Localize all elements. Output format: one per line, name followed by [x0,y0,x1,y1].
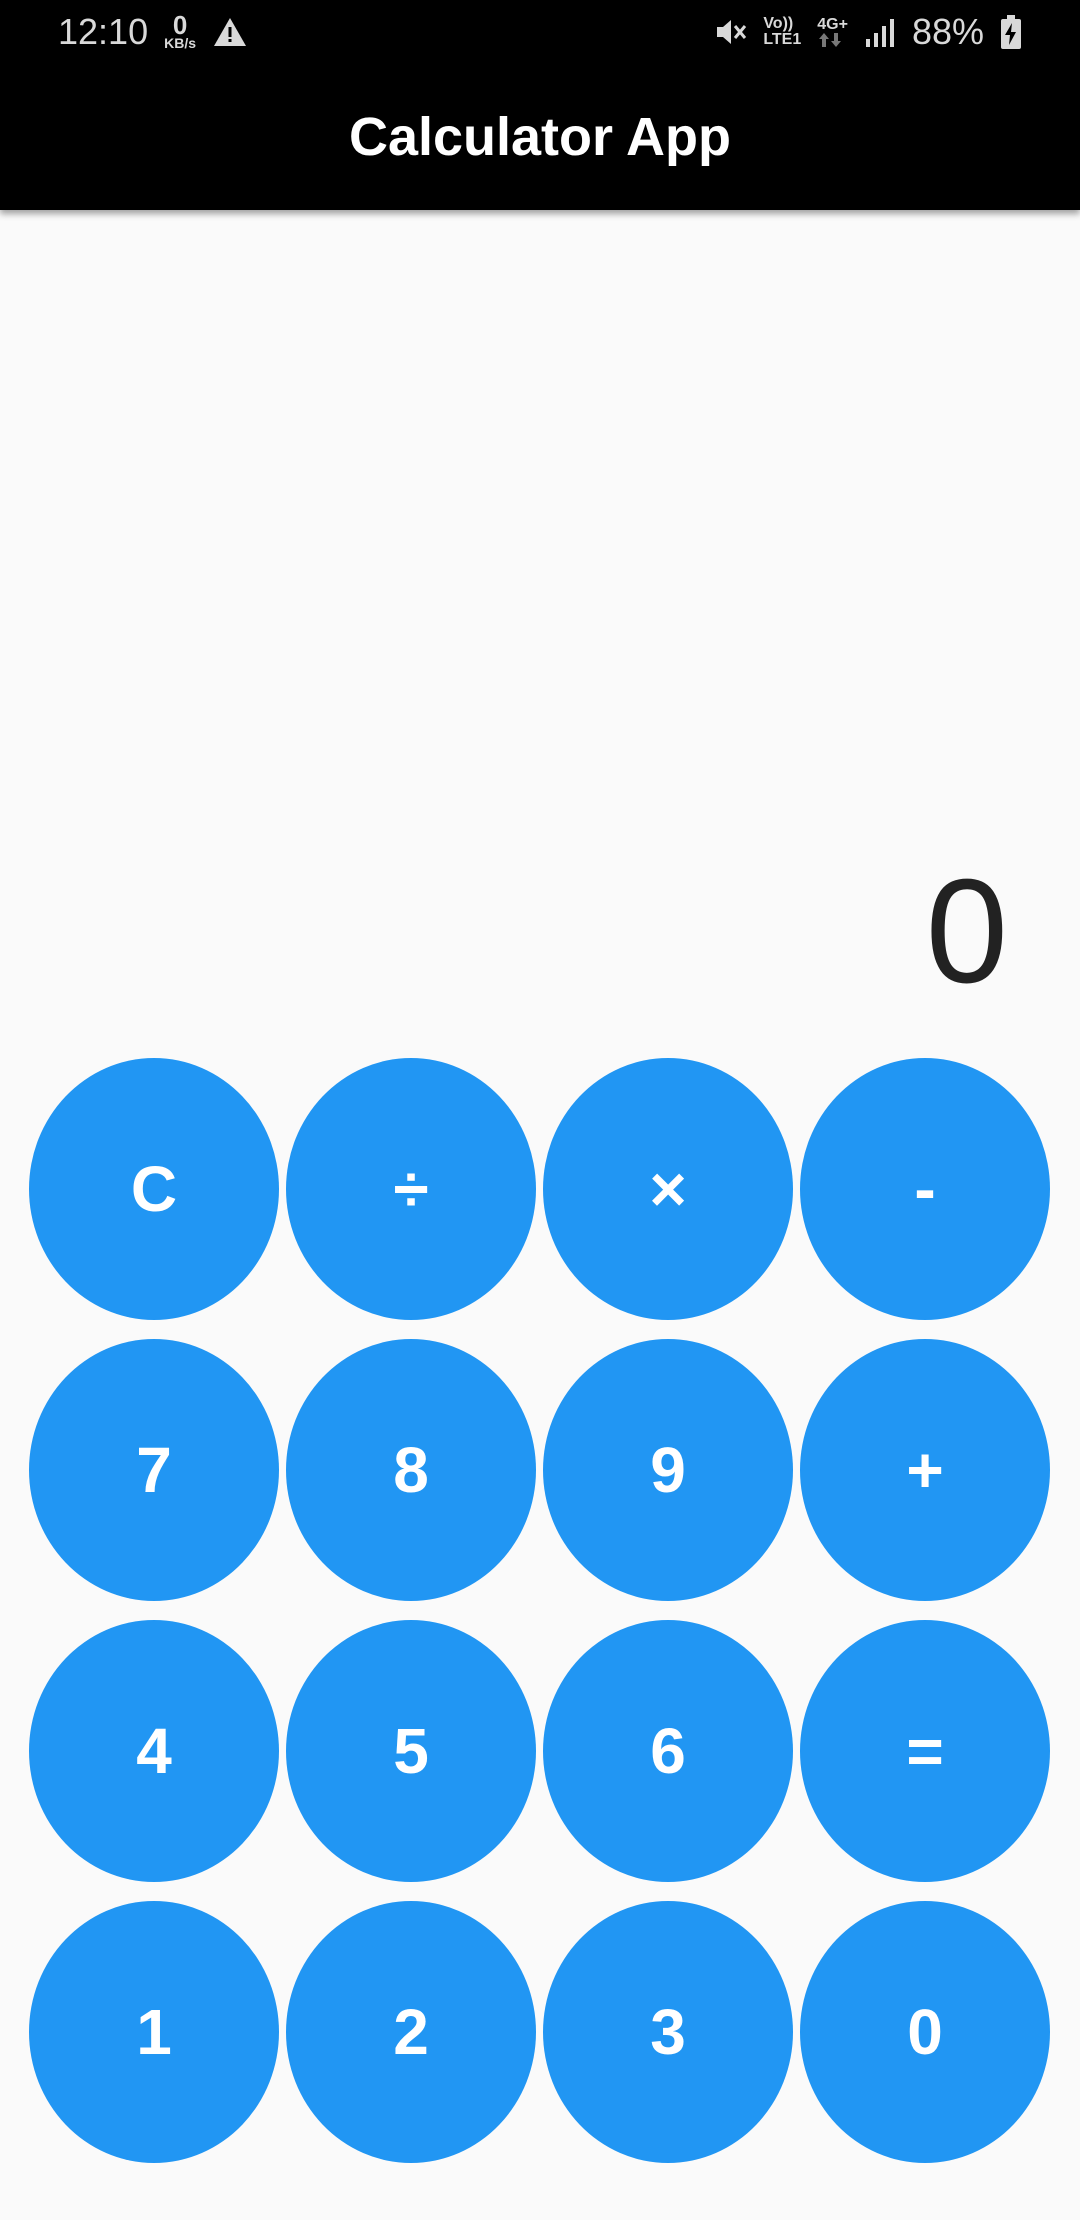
equals-button[interactable]: = [800,1620,1050,1882]
network-type-indicator: 4G+ [817,17,848,47]
status-bar: 12:10 0 KB/s Vo)) LTE1 4G+ 88% [0,0,1080,64]
lte-label: LTE1 [763,31,802,48]
keypad: C ÷ × - 7 8 9 + 4 5 6 = 1 2 3 0 [29,1058,1051,2163]
digit-4-button[interactable]: 4 [29,1620,279,1882]
volte-label: Vo)) [763,15,794,32]
digit-8-button[interactable]: 8 [286,1339,536,1601]
status-time: 12:10 [58,11,149,52]
divide-button[interactable]: ÷ [286,1058,536,1320]
battery-charging-icon [1000,15,1022,49]
calculator-display: 0 [925,849,1008,1014]
network-speed-unit: KB/s [164,35,196,52]
clear-button[interactable]: C [29,1058,279,1320]
digit-6-button[interactable]: 6 [543,1620,793,1882]
digit-2-button[interactable]: 2 [286,1901,536,2163]
subtract-button[interactable]: - [800,1058,1050,1320]
digit-7-button[interactable]: 7 [29,1339,279,1601]
network-type-label: 4G+ [817,16,848,33]
battery-percent: 88% [911,11,984,52]
data-arrows-icon [817,33,848,47]
status-bar-right: Vo)) LTE1 4G+ 88% [713,11,1022,53]
digit-0-button[interactable]: 0 [800,1901,1050,2163]
network-speed: 0 KB/s [164,10,196,52]
digit-5-button[interactable]: 5 [286,1620,536,1882]
mute-icon [713,16,747,48]
signal-icon [864,17,896,47]
digit-1-button[interactable]: 1 [29,1901,279,2163]
digit-9-button[interactable]: 9 [543,1339,793,1601]
volte-indicator: Vo)) LTE1 [763,16,801,48]
warning-icon [212,16,248,48]
network-speed-value: 0 [172,10,188,40]
multiply-button[interactable]: × [543,1058,793,1320]
digit-3-button[interactable]: 3 [543,1901,793,2163]
status-bar-left: 12:10 0 KB/s [58,11,248,53]
add-button[interactable]: + [800,1339,1050,1601]
app-title: Calculator App [348,107,732,167]
app-bar: Calculator App [0,64,1080,210]
